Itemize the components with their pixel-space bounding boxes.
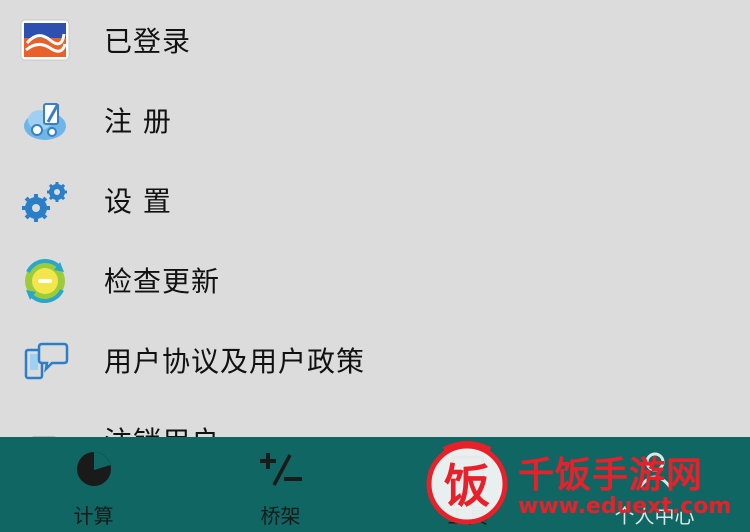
chat-phone-icon (20, 338, 70, 384)
plus-minus-icon (256, 449, 306, 489)
watermark-title: 千饭手游网 (518, 455, 704, 496)
update-refresh-icon (20, 258, 70, 304)
pie-chart-icon (69, 449, 119, 489)
watermark-url: www.eduext.com (518, 494, 732, 519)
tab-bridge[interactable]: 桥架 (187, 437, 374, 532)
menu-item-label: 用户协议及用户政策 (104, 345, 366, 378)
menu-item-register[interactable]: 注 册 (0, 80, 750, 160)
menu-item-check-update[interactable]: 检查更新 (0, 240, 750, 320)
document-icon (20, 418, 70, 437)
tab-calculate[interactable]: 计算 (0, 437, 187, 532)
tab-label: 桥架 (260, 504, 301, 528)
logo-icon (20, 18, 70, 64)
settings-gears-icon (20, 178, 70, 224)
menu-item-logged-in[interactable]: 已登录 (0, 0, 750, 80)
menu-item-label: 已登录 (104, 25, 192, 58)
tab-label: 计算 (73, 504, 114, 528)
register-icon (20, 98, 70, 144)
menu-list: 已登录 注 册 设 置 检查更新 用户协议及用户政策 (0, 0, 750, 437)
menu-item-label: 设 置 (104, 185, 172, 218)
menu-item-settings[interactable]: 设 置 (0, 160, 750, 240)
watermark-badge-char: 饭 (444, 459, 490, 513)
watermark-badge-icon: 饭 (426, 441, 508, 525)
watermark-overlay: 饭 千饭手游网 www.eduext.com (418, 432, 750, 532)
menu-item-label: 检查更新 (104, 265, 221, 298)
menu-item-user-agreement[interactable]: 用户协议及用户政策 (0, 320, 750, 400)
menu-item-label: 注 册 (104, 105, 172, 138)
menu-item-label: 注销用户 (104, 420, 220, 437)
